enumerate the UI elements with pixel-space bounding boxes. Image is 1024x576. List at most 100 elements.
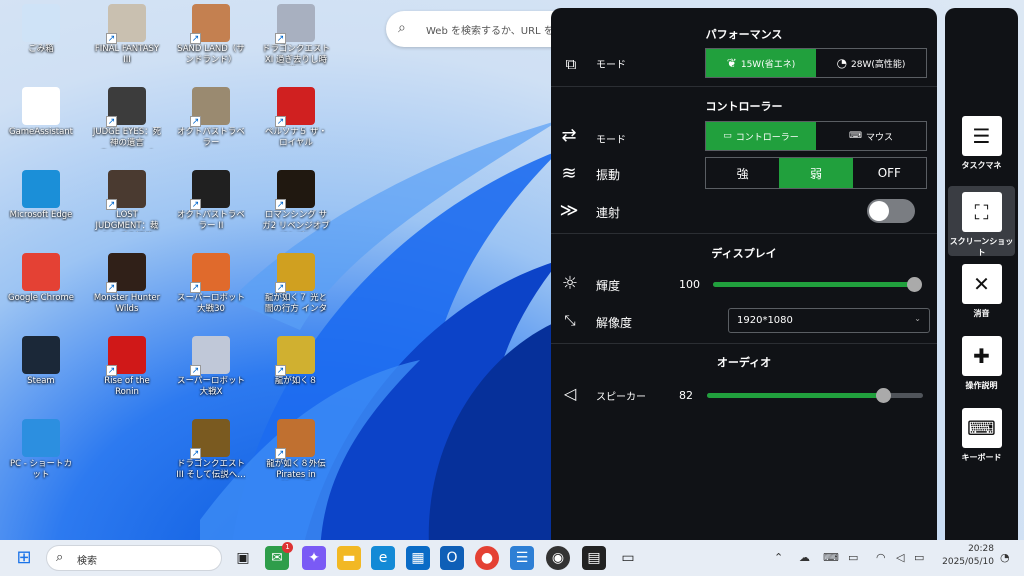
chevron-up-icon[interactable]: ⌃ — [774, 551, 783, 564]
audio-section-title: オーディオ — [716, 356, 772, 369]
mute-button[interactable]: ✕ 消音 — [948, 258, 1015, 328]
display-tray-icon[interactable]: ▭ — [848, 551, 858, 564]
screenshot-icon: ⛶ — [961, 192, 1002, 232]
desktop-shortcut[interactable]: ↗龍が如く８外伝 Pirates in Hawaii — [261, 419, 331, 481]
desktop-shortcut[interactable]: ↗ オクトパストラベラー — [176, 87, 246, 149]
desktop-shortcut[interactable]: GameAssistant — [6, 87, 76, 138]
wifi-icon[interactable]: ◠ — [876, 551, 886, 564]
keyboard-label: キーボード — [961, 453, 1002, 462]
desktop-shortcut-label: ロマンシング サガ2 リベンジオブザセブン — [262, 210, 330, 231]
turbo-toggle[interactable] — [867, 199, 915, 223]
chrome-icon — [22, 253, 60, 291]
desktop-shortcut[interactable]: Steam — [6, 336, 76, 387]
performance-section-title: パフォーマンス — [705, 28, 783, 41]
task-view-icon[interactable]: ▣ — [231, 546, 255, 570]
keyboard-tray-icon[interactable]: ⌨ — [823, 551, 839, 564]
keyboard-mouse-icon: ⌨ — [848, 131, 862, 141]
resolution-value: 1920*1080 — [737, 315, 793, 326]
desktop-shortcut[interactable]: ↗LOST JUDGMENT：裁かれざる記憶 — [92, 170, 162, 232]
copilot-icon[interactable]: ✦ — [302, 546, 326, 570]
display-section-title: ディスプレイ — [711, 247, 777, 260]
volume-icon[interactable]: ◁ — [896, 551, 904, 564]
start-windows-icon[interactable]: ⊞ — [12, 546, 36, 570]
taskbar: ⊞ ⌕ 検索 ▣ ✉ 1 ✦ ▬ e ▦ O ● ☰ ◉ ▤ ▭ ⌃ ☁ ⌨ ▭ ◠… — [0, 540, 1024, 576]
mouse-option[interactable]: ⌨ マウス — [816, 122, 926, 150]
desktop-shortcut[interactable]: ↗ロマンシング サガ2 リベンジオブザセブン — [261, 170, 331, 232]
gamepad-icon: ▭ — [723, 131, 732, 141]
desktop-shortcut[interactable]: ↗ SAND LAND（サンドランド） — [176, 4, 246, 66]
chrome-icon[interactable]: ● — [475, 546, 499, 570]
battery-icon[interactable]: ▭ — [914, 551, 924, 564]
game-assistant-taskbar-icon[interactable]: ▭ — [616, 546, 640, 570]
game-icon: ↗ — [190, 253, 230, 293]
date: 2025/05/10 — [942, 557, 994, 567]
brightness-label: 輝度 — [596, 279, 621, 293]
desktop-shortcut[interactable]: ↗ Rise of the Ronin — [92, 336, 162, 398]
desktop-shortcut[interactable]: ↗ ドラゴンクエストIII そして伝説へ… — [176, 419, 246, 481]
onedrive-icon[interactable]: ☁ — [799, 551, 810, 564]
app-taskbar-icon[interactable]: ▤ — [582, 546, 606, 570]
performance-mode-label: モード — [596, 60, 626, 71]
resolution-dropdown[interactable]: 1920*1080 ⌄ — [728, 308, 930, 333]
outlook-icon[interactable]: O — [440, 546, 464, 570]
performance-28w-option[interactable]: ◔ 28W(高性能) — [816, 49, 926, 77]
slider-knob[interactable] — [907, 277, 922, 292]
shortcut-arrow-icon: ↗ — [106, 365, 117, 376]
vibration-off-option[interactable]: OFF — [853, 158, 926, 188]
notification-badge: 1 — [282, 542, 293, 553]
shortcut-arrow-icon: ↗ — [275, 282, 286, 293]
notepad-icon[interactable]: ☰ — [510, 546, 534, 570]
desktop-shortcut-label: Microsoft Edge — [9, 210, 73, 220]
desktop-shortcut[interactable]: ごみ箱 — [6, 4, 76, 55]
slider-knob[interactable] — [876, 388, 892, 403]
file-explorer-icon[interactable]: ▬ — [337, 546, 361, 570]
edge-browser-icon[interactable]: e — [371, 546, 395, 570]
task-manager-label: タスクマネ — [961, 161, 1002, 170]
chevron-down-icon: ⌄ — [914, 314, 921, 323]
task-manager-button[interactable]: ☰ タスクマネ — [948, 110, 1015, 180]
game-icon: ↗ — [190, 170, 230, 210]
controller-option[interactable]: ▭ コントローラー — [706, 122, 816, 150]
desktop-shortcut[interactable]: Microsoft Edge — [6, 170, 76, 221]
game-icon: ↗ — [275, 419, 315, 459]
quick-action-sidebar: ☰ タスクマネ ⛶ スクリーンショット ✕ 消音 ✚ 操作説明 ⌨ キーボード — [945, 8, 1018, 568]
game-icon: ↗ — [275, 336, 315, 376]
desktop-shortcut[interactable]: ↗ オクトパストラベラー II — [176, 170, 246, 232]
vibration-strong-option[interactable]: 強 — [706, 158, 779, 188]
speaker-volume-slider[interactable] — [707, 388, 923, 403]
desktop-shortcut[interactable]: ↗JUDGE EYES：死神の遺言 Remastered — [92, 87, 162, 149]
speaker-icon: ◁ — [563, 384, 577, 403]
desktop-shortcut[interactable]: PC - ショートカット — [6, 419, 76, 481]
desktop-shortcut[interactable]: ↗ Monster Hunter Wilds — [92, 253, 162, 315]
desktop-shortcut-label: ドラゴンクエストIII そして伝説へ… — [176, 459, 246, 480]
desktop-shortcut-label: Monster Hunter Wilds — [93, 293, 161, 314]
controller-guide-icon: ✚ — [961, 336, 1002, 376]
desktop-shortcut[interactable]: ↗ドラゴンクエストXI 過ぎ去りし時を求め… — [261, 4, 331, 66]
controller-section-title: コントローラー — [705, 100, 783, 113]
desktop-shortcut[interactable]: ↗ スーパーロボット大戦X — [176, 336, 246, 398]
steam-taskbar-icon[interactable]: ◉ — [546, 546, 570, 570]
desktop-shortcut[interactable]: Google Chrome — [6, 253, 76, 304]
shortcut-arrow-icon: ↗ — [275, 116, 286, 127]
desktop-shortcut-label: ペルソナ５ ザ・ロイヤル — [264, 127, 328, 148]
store-icon[interactable]: ▦ — [406, 546, 430, 570]
clock[interactable]: 20:28 2025/05/10 — [938, 543, 994, 569]
shortcut-arrow-icon: ↗ — [106, 33, 117, 44]
desktop-shortcut-label: PC - ショートカット — [9, 459, 73, 480]
controller-guide-button[interactable]: ✚ 操作説明 — [948, 330, 1015, 400]
screenshot-button[interactable]: ⛶ スクリーンショット — [948, 186, 1015, 257]
taskbar-search-box[interactable]: ⌕ 検索 — [46, 545, 222, 571]
desktop-shortcut-label: Rise of the Ronin — [104, 376, 150, 397]
desktop-shortcut[interactable]: ↗ FINAL FANTASY III — [92, 4, 162, 66]
performance-15w-option[interactable]: ❦ 15W(省エネ) — [706, 49, 816, 77]
desktop-shortcut[interactable]: ↗ 龍が如く８ — [261, 336, 331, 387]
keyboard-button[interactable]: ⌨ キーボード — [948, 402, 1015, 472]
brightness-slider[interactable] — [713, 277, 922, 292]
vibration-weak-option[interactable]: 弱 — [779, 158, 853, 188]
desktop-shortcut[interactable]: ↗龍が如く７ 光と闇の行方 インターナ… — [261, 253, 331, 315]
desktop-shortcut[interactable]: ↗ スーパーロボット大戦30 — [176, 253, 246, 315]
desktop-shortcut[interactable]: ↗ ペルソナ５ ザ・ロイヤル — [261, 87, 331, 149]
notifications-icon[interactable]: ◔ — [1000, 551, 1010, 564]
mail-app-icon[interactable]: ✉ 1 — [265, 542, 293, 570]
performance-mode-icon: ⧉ — [565, 55, 577, 73]
